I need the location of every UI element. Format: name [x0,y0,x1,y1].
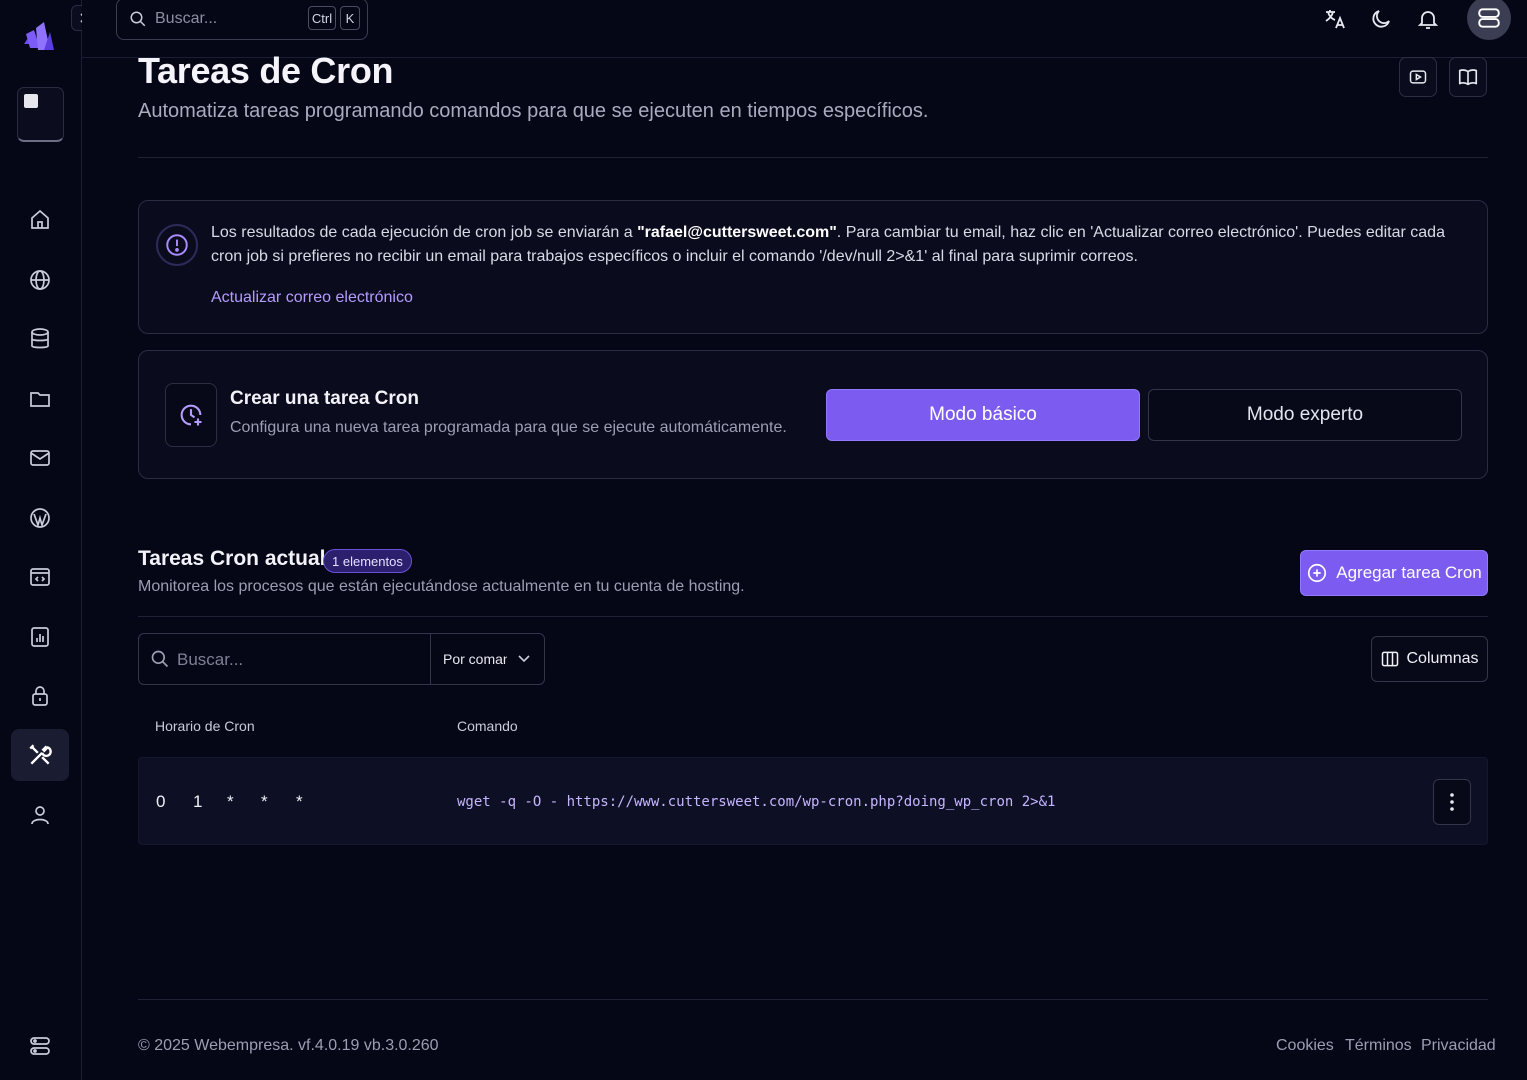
server-icon [1478,8,1500,28]
create-cron-title: Crear una tarea Cron [230,388,420,409]
play-icon [1409,70,1427,84]
services-icon [30,1037,50,1055]
shortcut-key-ctrl: Ctrl [308,6,336,30]
sidebar-item-files[interactable] [11,373,69,425]
column-header-schedule[interactable]: Horario de Cron [155,718,255,734]
user-icon [31,806,49,825]
list-divider [138,616,1488,617]
basic-mode-button[interactable]: Modo básico [826,389,1140,441]
theme-toggle-button[interactable] [1366,4,1396,34]
add-cron-label: Agregar tarea Cron [1336,563,1482,582]
video-tutorial-button[interactable] [1399,57,1437,97]
sidebar-item-statistics[interactable] [11,611,69,663]
row-actions-button[interactable] [1433,779,1471,825]
header-divider [138,157,1488,158]
sidebar-item-email[interactable] [11,432,69,484]
footer-link-terms[interactable]: Términos [1345,1037,1412,1055]
clock-plus-icon [165,383,217,447]
folder-icon [30,392,50,407]
columns-button[interactable]: Columnas [1371,636,1488,682]
expert-mode-button[interactable]: Modo experto [1148,389,1462,441]
plus-circle-icon [1308,563,1327,583]
sidebar-item-wordpress[interactable] [11,492,69,544]
sidebar-item-home[interactable] [11,194,69,246]
email-info-card: Los resultados de cada ejecución de cron… [138,200,1488,334]
language-button[interactable] [1320,4,1350,34]
column-header-command[interactable]: Comando [457,718,518,734]
shortcut-key-k: K [340,6,360,30]
moon-icon [1372,10,1390,28]
search-filter-value: Por comando [443,651,507,667]
search-icon [151,650,169,668]
sidebar-item-services[interactable] [11,1020,69,1072]
cron-search-input[interactable] [177,644,427,676]
add-cron-button[interactable]: Agregar tarea Cron [1300,550,1488,596]
footer-copyright: © 2025 Webempresa. vf.4.0.19 vb.3.0.260 [138,1037,439,1054]
update-email-link[interactable]: Actualizar correo electrónico [211,289,413,307]
info-email: "rafael@cuttersweet.com" [637,224,837,241]
page-title: Tareas de Cron [138,50,394,91]
cron-weekday: * [296,792,303,811]
page-subtitle: Automatiza tareas programando comandos p… [138,100,929,122]
search-icon [130,11,146,27]
lock-icon [32,686,48,706]
bell-icon [1417,11,1439,29]
footer-divider [138,999,1488,1000]
translate-icon [1325,10,1345,29]
account-menu-button[interactable] [1467,0,1511,40]
tools-icon [29,744,52,765]
columns-icon [1382,651,1399,667]
documentation-button[interactable] [1449,57,1487,97]
cron-command: wget -q -O - https://www.cuttersweet.com… [457,794,1056,810]
sidebar-item-databases[interactable] [11,313,69,365]
sidebar [0,0,95,1080]
site-favicon-icon [24,94,38,108]
table-row[interactable]: 0 1 * * * wget -q -O - https://www.cutte… [138,757,1488,845]
current-cron-subtitle: Monitorea los procesos que están ejecutá… [138,578,745,595]
create-cron-subtitle: Configura una nueva tarea programada par… [230,419,787,436]
site-thumbnail[interactable] [17,87,64,142]
more-vertical-icon [1450,793,1454,811]
code-window-icon [30,568,50,586]
count-badge: 1 elementos [323,549,412,573]
book-icon [1458,69,1478,86]
globe-icon [30,270,50,290]
cron-minute: 0 [156,792,166,811]
create-cron-card: Crear una tarea Cron Configura una nueva… [138,350,1488,479]
sidebar-item-tools[interactable] [11,729,69,781]
global-search-placeholder: Buscar... [155,10,218,27]
cron-hour: 1 [193,792,203,811]
notifications-button[interactable] [1413,4,1443,34]
sidebar-item-security[interactable] [11,670,69,722]
sidebar-item-domains[interactable] [11,254,69,306]
chart-icon [31,627,49,647]
search-filter-select[interactable]: Por comando [431,634,544,684]
webempresa-logo[interactable] [20,14,60,54]
footer-link-cookies[interactable]: Cookies [1276,1037,1334,1055]
sidebar-item-account[interactable] [11,789,69,841]
cron-search: Por comando [138,633,545,685]
wordpress-icon [30,508,50,528]
chevron-down-icon [518,655,530,663]
columns-label: Columnas [1406,650,1479,667]
info-icon [156,224,198,266]
cron-month: * [261,792,268,811]
sidebar-item-developer[interactable] [11,551,69,603]
home-icon [31,209,49,229]
global-search[interactable]: Buscar... Ctrl K [116,0,368,40]
database-icon [31,328,49,349]
info-text-before: Los resultados de cada ejecución de cron… [211,224,638,241]
mail-icon [30,450,50,466]
footer-link-privacy[interactable]: Privacidad [1421,1037,1496,1055]
current-cron-title: Tareas Cron actuales [138,547,349,570]
cron-day: * [227,792,234,811]
email-info-text: Los resultados de cada ejecución de cron… [211,221,1473,269]
